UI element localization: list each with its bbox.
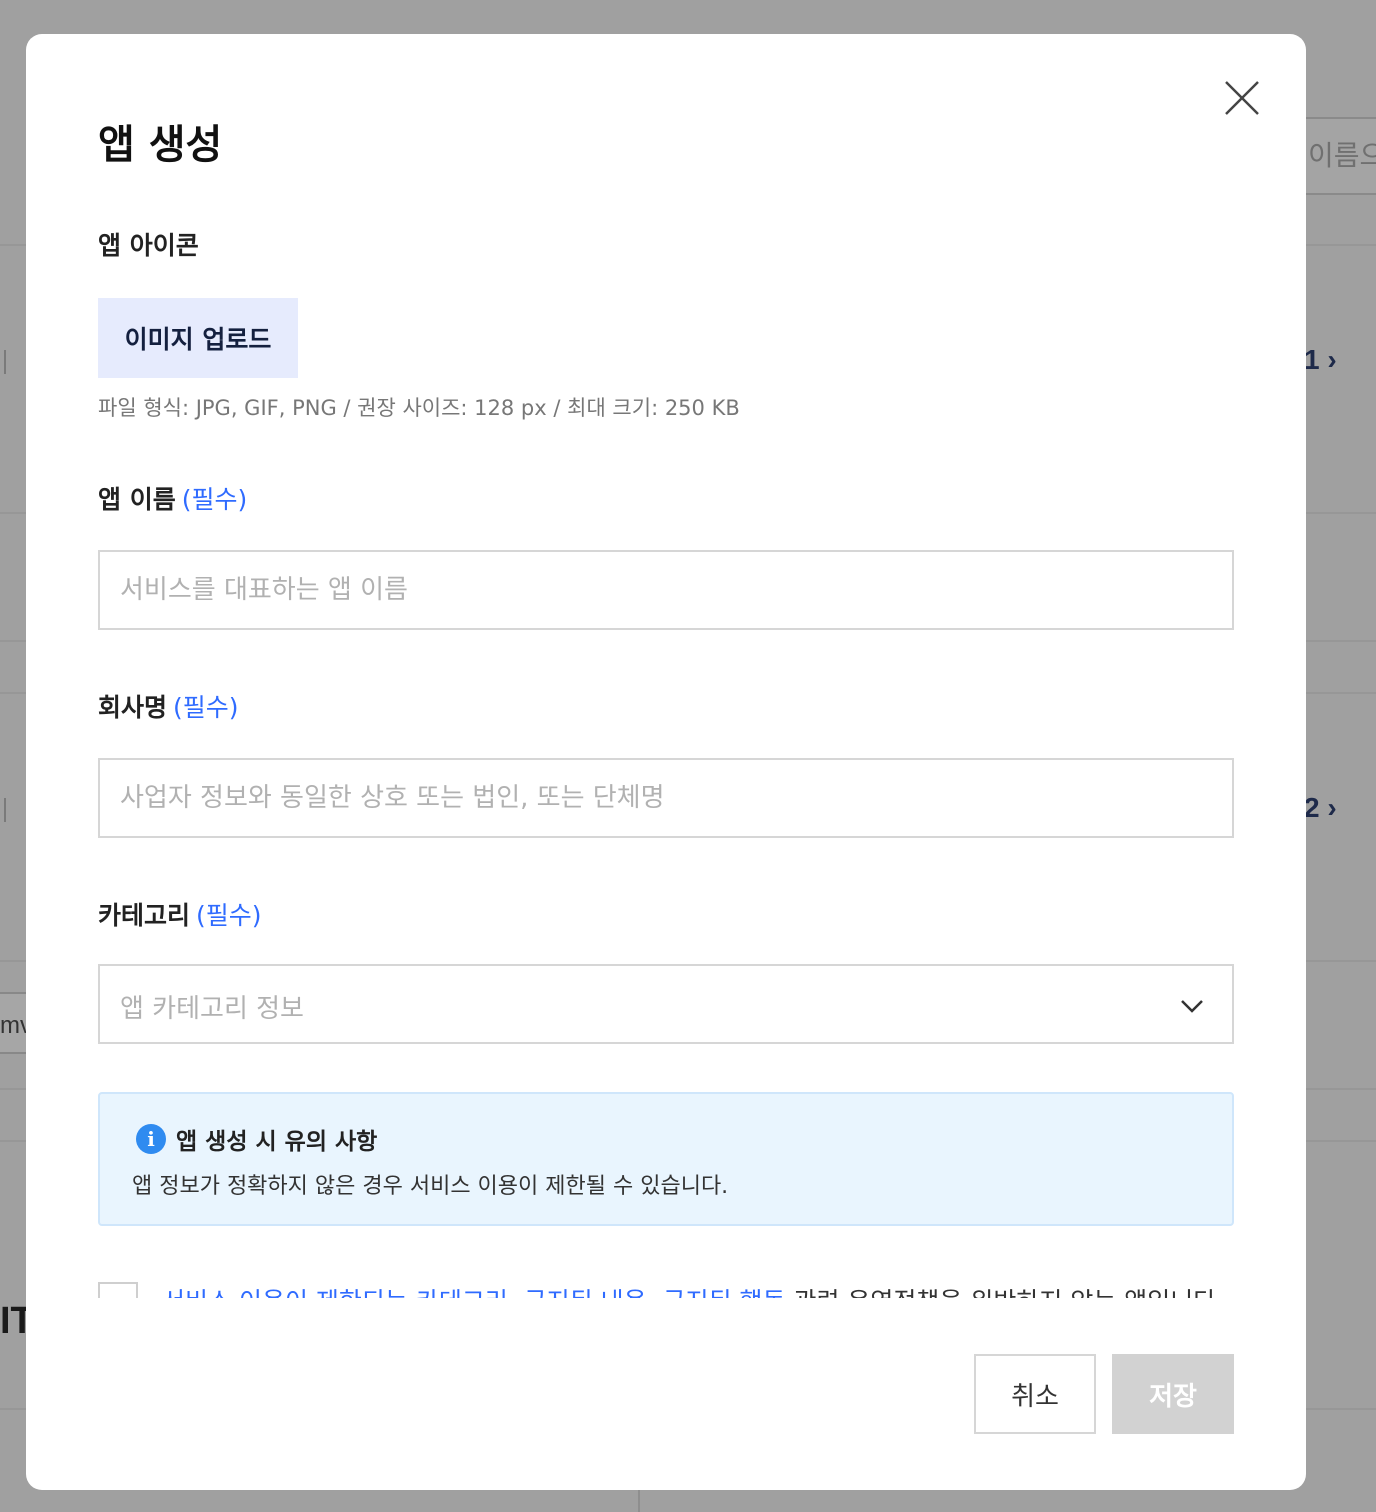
category-select-placeholder: 앱 카테고리 정보 [120, 994, 304, 1024]
bg-page-number: 1 › [1304, 344, 1337, 375]
company-label: 회사명 (필수) [98, 688, 239, 724]
save-button[interactable]: 저장 [1112, 1354, 1234, 1434]
policy-link[interactable]: 서비스 이용이 제한되는 카테고리, 금지된 내용, 금지된 행동 [162, 1287, 786, 1298]
create-app-modal: 앱 생성 앱 아이콘 이미지 업로드 파일 형식: JPG, GIF, PNG … [26, 34, 1306, 1490]
bg-vline [638, 1490, 640, 1512]
company-name-input[interactable] [98, 758, 1234, 838]
chevron-down-icon [1181, 1000, 1203, 1013]
bg-tick [4, 798, 6, 822]
agreement-suffix: 관련 운영정책을 위반하지 않는 앱입니다. [786, 1287, 1224, 1298]
required-mark: (필수) [181, 485, 248, 514]
category-select[interactable]: 앱 카테고리 정보 [98, 964, 1234, 1044]
company-label-text: 회사명 [98, 693, 168, 722]
bg-search-input: 이름으로 [1300, 117, 1376, 195]
app-name-label: 앱 이름 (필수) [98, 480, 247, 516]
image-upload-button[interactable]: 이미지 업로드 [98, 298, 298, 378]
upload-help-text: 파일 형식: JPG, GIF, PNG / 권장 사이즈: 128 px / … [98, 396, 740, 420]
app-name-input[interactable] [98, 550, 1234, 630]
agreement-text: 서비스 이용이 제한되는 카테고리, 금지된 내용, 금지된 행동 관련 운영정… [162, 1282, 1224, 1298]
info-icon: i [136, 1124, 166, 1154]
notice-box: i 앱 생성 시 유의 사항 앱 정보가 정확하지 않은 경우 서비스 이용이 … [98, 1092, 1234, 1226]
notice-title: 앱 생성 시 유의 사항 [176, 1129, 378, 1155]
required-mark: (필수) [173, 693, 239, 722]
bg-page-number: 2 › [1304, 792, 1337, 823]
category-label: 카테고리 (필수) [98, 896, 262, 932]
agreement-row: 서비스 이용이 제한되는 카테고리, 금지된 내용, 금지된 행동 관련 운영정… [98, 1280, 1234, 1298]
agreement-checkbox[interactable] [98, 1282, 138, 1298]
app-name-label-text: 앱 이름 [98, 485, 176, 514]
cancel-button[interactable]: 취소 [974, 1354, 1096, 1434]
category-label-text: 카테고리 [98, 901, 191, 930]
close-button[interactable] [1222, 78, 1262, 118]
bg-tick [4, 350, 6, 374]
notice-body: 앱 정보가 정확하지 않은 경우 서비스 이용이 제한될 수 있습니다. [132, 1174, 729, 1199]
modal-title: 앱 생성 [98, 122, 223, 168]
app-icon-label: 앱 아이콘 [98, 231, 199, 260]
close-icon [1225, 81, 1259, 115]
required-mark: (필수) [196, 901, 262, 930]
